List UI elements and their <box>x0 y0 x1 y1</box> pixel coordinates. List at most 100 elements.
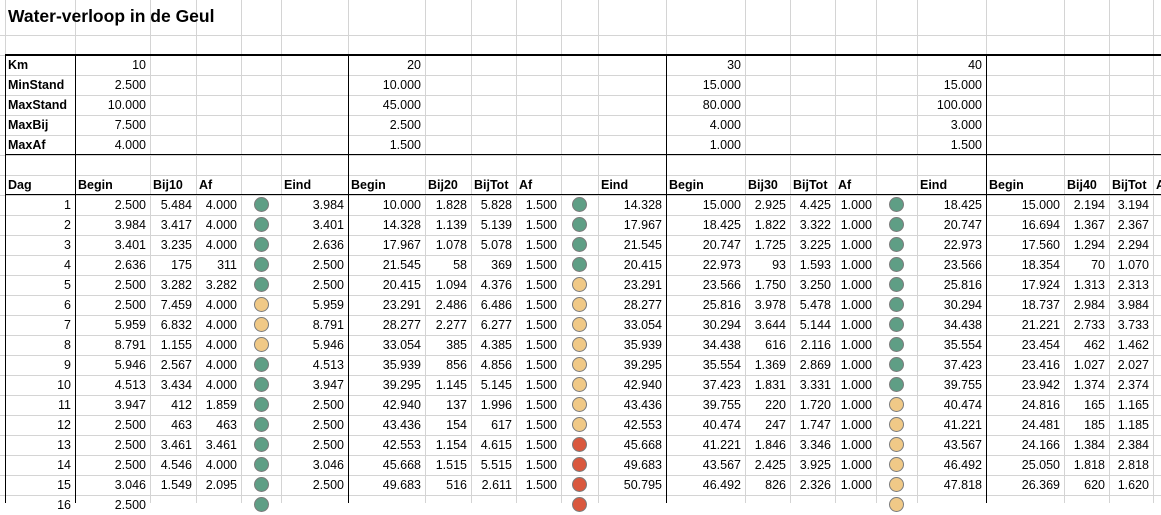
data-cell[interactable]: 3.401 <box>284 215 344 235</box>
data-cell[interactable]: 23.566 <box>920 255 982 275</box>
data-cell[interactable]: 826 <box>748 475 786 495</box>
data-cell[interactable]: 3.417 <box>153 215 192 235</box>
data-cell[interactable]: 2.984 <box>1067 295 1105 315</box>
data-cell[interactable]: 5.946 <box>284 335 344 355</box>
data-cell[interactable]: 2.384 <box>1112 435 1149 455</box>
data-cell[interactable]: 50.795 <box>601 475 662 495</box>
data-cell[interactable]: 18.425 <box>669 215 741 235</box>
data-cell[interactable]: 35.939 <box>601 335 662 355</box>
data-cell[interactable]: 30.294 <box>669 315 741 335</box>
data-cell[interactable]: 4.000 <box>199 375 237 395</box>
data-cell[interactable]: 1.367 <box>1067 215 1105 235</box>
data-cell[interactable]: 18.737 <box>989 295 1060 315</box>
data-cell[interactable]: 1.154 <box>428 435 467 455</box>
day-cell[interactable]: 16 <box>8 495 71 515</box>
data-cell[interactable]: 516 <box>428 475 467 495</box>
data-cell[interactable]: 154 <box>428 415 467 435</box>
data-cell[interactable]: 3.046 <box>284 455 344 475</box>
data-cell[interactable]: 23.291 <box>351 295 421 315</box>
data-cell[interactable]: 1.500 <box>519 355 557 375</box>
column-header[interactable]: Begin <box>669 175 741 195</box>
column-header[interactable]: Begin <box>351 175 421 195</box>
day-cell[interactable]: 9 <box>8 355 71 375</box>
data-cell[interactable]: 1.725 <box>748 235 786 255</box>
data-cell[interactable]: 2.500 <box>284 435 344 455</box>
data-cell[interactable]: 33.054 <box>351 335 421 355</box>
param-value[interactable]: 4.000 <box>669 115 741 135</box>
data-cell[interactable] <box>351 495 421 515</box>
data-cell[interactable]: 1.000 <box>838 335 872 355</box>
data-cell[interactable]: 1.070 <box>1112 255 1149 275</box>
data-cell[interactable]: 49.683 <box>601 455 662 475</box>
data-cell[interactable]: 4.615 <box>474 435 512 455</box>
data-cell[interactable]: 1.185 <box>1112 415 1149 435</box>
data-cell[interactable] <box>474 495 512 515</box>
data-cell[interactable]: 2.326 <box>793 475 831 495</box>
data-cell[interactable]: 1.155 <box>153 335 192 355</box>
data-cell[interactable]: 4.000 <box>199 215 237 235</box>
data-cell[interactable]: 3.046 <box>78 475 146 495</box>
day-cell[interactable]: 12 <box>8 415 71 435</box>
data-cell[interactable]: 5.145 <box>474 375 512 395</box>
data-cell[interactable]: 2.294 <box>1112 235 1149 255</box>
data-cell[interactable]: 41.221 <box>669 435 741 455</box>
data-cell[interactable]: 3.947 <box>284 375 344 395</box>
data-cell[interactable]: 1.000 <box>838 275 872 295</box>
data-cell[interactable]: 2.500 <box>78 275 146 295</box>
data-cell[interactable]: 25.816 <box>920 275 982 295</box>
data-cell[interactable]: 2.425 <box>748 455 786 475</box>
data-cell[interactable]: 1.822 <box>748 215 786 235</box>
data-cell[interactable]: 185 <box>1067 415 1105 435</box>
day-cell[interactable]: 10 <box>8 375 71 395</box>
data-cell[interactable]: 3.984 <box>1112 295 1149 315</box>
data-cell[interactable]: 1.000 <box>838 455 872 475</box>
data-cell[interactable]: 20.415 <box>351 275 421 295</box>
data-cell[interactable]: 2.636 <box>78 255 146 275</box>
data-cell[interactable]: 5.478 <box>793 295 831 315</box>
data-cell[interactable]: 23.416 <box>989 355 1060 375</box>
data-cell[interactable]: 5.946 <box>78 355 146 375</box>
day-cell[interactable]: 3 <box>8 235 71 255</box>
data-cell[interactable]: 14.328 <box>351 215 421 235</box>
data-cell[interactable]: 4.425 <box>793 195 831 215</box>
data-cell[interactable]: 40.474 <box>920 395 982 415</box>
column-header[interactable]: Af <box>519 175 557 195</box>
param-label[interactable]: MaxAf <box>8 135 71 155</box>
day-cell[interactable]: 11 <box>8 395 71 415</box>
data-cell[interactable]: 43.567 <box>920 435 982 455</box>
data-cell[interactable]: 1.374 <box>1067 375 1105 395</box>
data-cell[interactable]: 4.513 <box>284 355 344 375</box>
data-cell[interactable]: 3.235 <box>153 235 192 255</box>
data-cell[interactable]: 165 <box>1067 395 1105 415</box>
data-cell[interactable]: 1.846 <box>748 435 786 455</box>
data-cell[interactable]: 4.385 <box>474 335 512 355</box>
data-cell[interactable]: 1.500 <box>519 435 557 455</box>
data-cell[interactable]: 617 <box>474 415 512 435</box>
day-cell[interactable]: 1 <box>8 195 71 215</box>
column-header[interactable]: Eind <box>601 175 662 195</box>
data-cell[interactable]: 42.940 <box>351 395 421 415</box>
data-cell[interactable] <box>920 495 982 515</box>
data-cell[interactable] <box>1112 495 1149 515</box>
data-cell[interactable]: 8.791 <box>284 315 344 335</box>
data-cell[interactable]: 6.277 <box>474 315 512 335</box>
column-header[interactable]: Eind <box>284 175 344 195</box>
data-cell[interactable]: 1.139 <box>428 215 467 235</box>
data-cell[interactable] <box>989 495 1060 515</box>
data-cell[interactable]: 2.500 <box>78 455 146 475</box>
data-cell[interactable]: 2.095 <box>199 475 237 495</box>
data-cell[interactable]: 3.331 <box>793 375 831 395</box>
data-cell[interactable]: 8.791 <box>78 335 146 355</box>
data-cell[interactable]: 41.221 <box>920 415 982 435</box>
data-cell[interactable]: 4.856 <box>474 355 512 375</box>
data-cell[interactable]: 1.500 <box>519 235 557 255</box>
data-cell[interactable] <box>748 495 786 515</box>
data-cell[interactable] <box>519 495 557 515</box>
data-cell[interactable]: 175 <box>153 255 192 275</box>
data-cell[interactable]: 1.384 <box>1067 435 1105 455</box>
data-cell[interactable]: 1.500 <box>519 215 557 235</box>
data-cell[interactable]: 25.816 <box>669 295 741 315</box>
data-cell[interactable] <box>1067 495 1105 515</box>
data-cell[interactable]: 2.869 <box>793 355 831 375</box>
param-value[interactable]: 1.000 <box>669 135 741 155</box>
